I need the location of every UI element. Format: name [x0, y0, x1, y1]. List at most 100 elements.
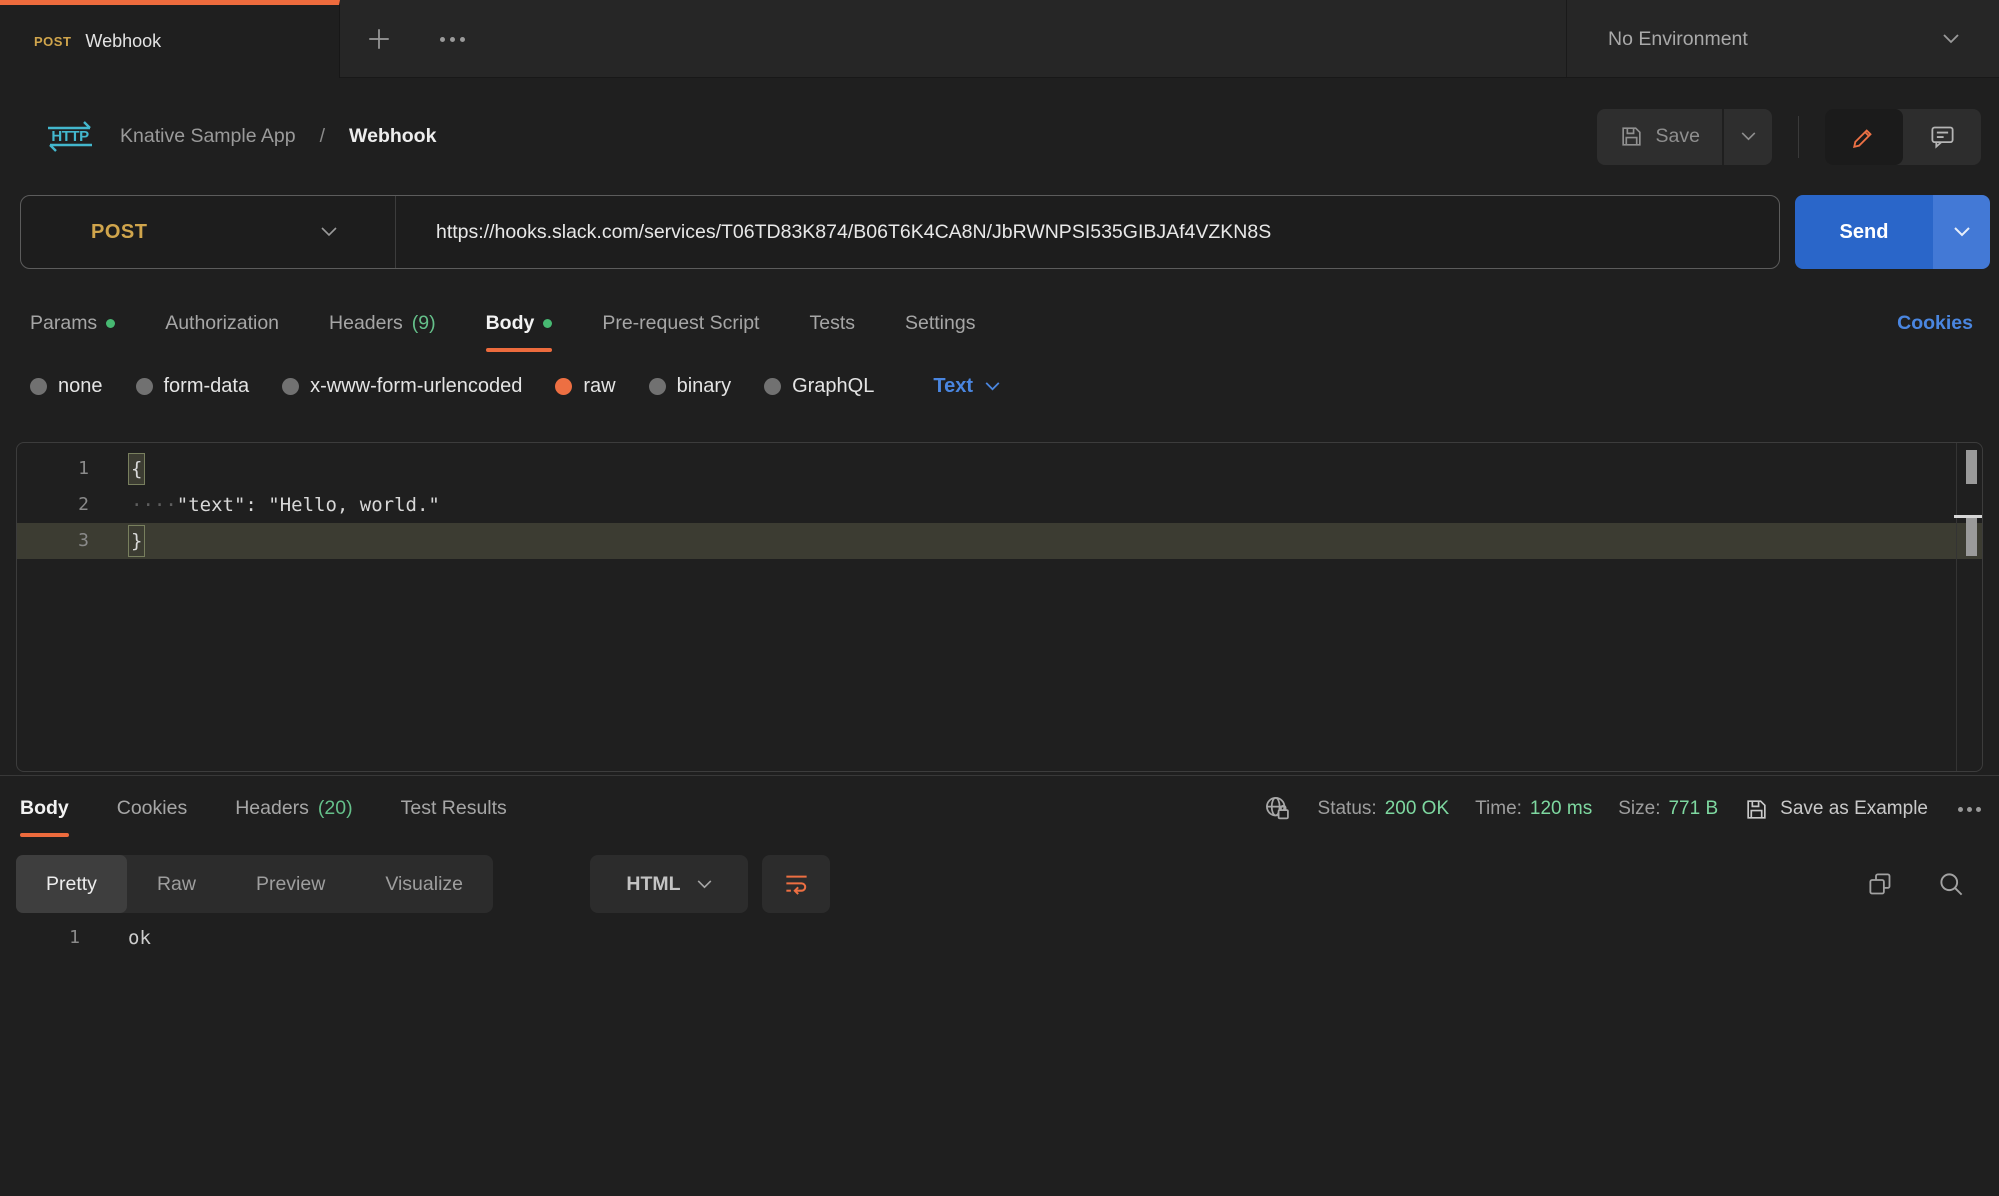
- response-tab-cookies[interactable]: Cookies: [117, 780, 187, 837]
- request-body-editor[interactable]: 1 { 2 ····"text": "Hello, world." 3 }: [16, 442, 1983, 772]
- method-selector[interactable]: POST: [21, 196, 396, 268]
- url-bar: POST https://hooks.slack.com/services/T0…: [20, 195, 1780, 269]
- radio-icon: [136, 378, 153, 395]
- ellipsis-icon: [1958, 807, 1963, 812]
- comment-icon: [1929, 123, 1956, 150]
- response-view-switcher: Pretty Raw Preview Visualize: [16, 855, 493, 913]
- response-body-viewer[interactable]: 1 ok: [0, 918, 1999, 958]
- breadcrumb: HTTP Knative Sample App / Webhook: [44, 78, 436, 195]
- tab-authorization[interactable]: Authorization: [165, 295, 279, 352]
- view-pretty[interactable]: Pretty: [16, 855, 127, 913]
- environment-label: No Environment: [1608, 28, 1748, 51]
- breadcrumb-separator: /: [320, 125, 325, 148]
- whitespace-dots: ····: [131, 494, 177, 516]
- request-header-row: HTTP Knative Sample App / Webhook Save: [0, 78, 1999, 195]
- request-actions: Save: [1597, 78, 1981, 195]
- status-indicator[interactable]: Status: 200 OK: [1318, 798, 1450, 820]
- tab-body[interactable]: Body: [486, 295, 553, 352]
- response-tab-headers[interactable]: Headers(20): [235, 780, 352, 837]
- send-options-button[interactable]: [1933, 195, 1990, 269]
- tab-title: Webhook: [85, 31, 161, 52]
- mode-x-www-form-urlencoded[interactable]: x-www-form-urlencoded: [282, 375, 522, 398]
- send-button[interactable]: Send: [1795, 195, 1933, 269]
- save-options-button[interactable]: [1724, 109, 1772, 165]
- tabbar-divider: [1566, 0, 1567, 77]
- size-indicator[interactable]: Size: 771 B: [1618, 798, 1718, 820]
- divider: [1798, 116, 1799, 158]
- scrollbar-thumb[interactable]: [1966, 450, 1977, 484]
- tab-bar: POST Webhook No Environment: [0, 0, 1999, 78]
- body-dot: [543, 319, 552, 328]
- breadcrumb-request-name[interactable]: Webhook: [349, 125, 436, 148]
- editor-line: 2 ····"text": "Hello, world.": [17, 487, 1982, 523]
- url-input[interactable]: https://hooks.slack.com/services/T06TD83…: [396, 221, 1779, 244]
- wrap-lines-toggle[interactable]: [762, 855, 830, 913]
- response-tab-test-results[interactable]: Test Results: [401, 780, 507, 837]
- view-visualize[interactable]: Visualize: [355, 855, 493, 913]
- mode-none[interactable]: none: [30, 375, 103, 398]
- editor-scroll-gutter: [1956, 443, 1957, 771]
- response-toolbar: Pretty Raw Preview Visualize HTML: [0, 855, 1999, 915]
- tab-options-button[interactable]: [432, 22, 472, 56]
- chevron-down-icon: [697, 880, 712, 889]
- save-button[interactable]: Save: [1597, 109, 1722, 165]
- line-number: 1: [0, 918, 80, 958]
- editor-line: 1 {: [17, 451, 1982, 487]
- view-preview[interactable]: Preview: [226, 855, 355, 913]
- editor-line-active: 3 }: [17, 523, 1982, 559]
- tab-params[interactable]: Params: [30, 295, 115, 352]
- params-dot: [106, 319, 115, 328]
- tab-settings[interactable]: Settings: [905, 295, 975, 352]
- copy-icon[interactable]: [1867, 871, 1894, 898]
- response-text: ok: [80, 918, 151, 958]
- mode-graphql[interactable]: GraphQL: [764, 375, 874, 398]
- chevron-down-icon: [1741, 132, 1756, 141]
- mode-binary[interactable]: binary: [649, 375, 731, 398]
- response-options-button[interactable]: [1958, 807, 1981, 812]
- tab-tests[interactable]: Tests: [809, 295, 855, 352]
- breadcrumb-collection[interactable]: Knative Sample App: [120, 125, 296, 148]
- scrollbar-mark: [1966, 518, 1977, 556]
- response-tab-body[interactable]: Body: [20, 780, 69, 837]
- response-format-selector[interactable]: HTML: [590, 855, 748, 913]
- response-body-actions: [1867, 855, 1965, 913]
- response-line: 1 ok: [0, 918, 1999, 958]
- save-label: Save: [1656, 125, 1700, 148]
- save-as-example-button[interactable]: Save as Example: [1744, 797, 1928, 822]
- body-mode-row: none form-data x-www-form-urlencoded raw…: [0, 362, 1999, 410]
- method-label: POST: [91, 221, 147, 244]
- environment-selector[interactable]: No Environment: [1600, 0, 1999, 78]
- side-panel-toggle-group: [1825, 109, 1981, 165]
- new-tab-button[interactable]: [362, 22, 396, 56]
- raw-type-selector[interactable]: Text: [933, 375, 1000, 398]
- line-number: 2: [17, 487, 89, 523]
- send-button-group: Send: [1795, 195, 1990, 269]
- mode-raw[interactable]: raw: [555, 375, 615, 398]
- cookies-link[interactable]: Cookies: [1897, 312, 1973, 335]
- mode-form-data[interactable]: form-data: [136, 375, 250, 398]
- view-raw[interactable]: Raw: [127, 855, 226, 913]
- floppy-icon: [1619, 124, 1644, 149]
- comments-button[interactable]: [1903, 109, 1981, 165]
- network-globe-lock-icon[interactable]: [1264, 795, 1292, 823]
- search-icon[interactable]: [1938, 871, 1965, 898]
- status-value: 200 OK: [1385, 798, 1449, 820]
- radio-icon: [282, 378, 299, 395]
- chevron-down-icon: [985, 382, 1000, 391]
- ellipsis-icon: [440, 37, 445, 42]
- pencil-icon: [1851, 124, 1877, 150]
- floppy-icon: [1744, 797, 1769, 822]
- tab-pre-request-script[interactable]: Pre-request Script: [602, 295, 759, 352]
- tab-headers[interactable]: Headers(9): [329, 295, 436, 352]
- request-tab[interactable]: POST Webhook: [0, 0, 340, 78]
- request-url-row: POST https://hooks.slack.com/services/T0…: [0, 195, 1999, 269]
- headers-count: (9): [412, 312, 436, 335]
- chevron-down-icon: [1954, 227, 1970, 237]
- code-text: }: [89, 523, 145, 559]
- time-value: 120 ms: [1530, 798, 1592, 820]
- radio-icon: [30, 378, 47, 395]
- response-headers-count: (20): [318, 797, 353, 820]
- edit-docs-button[interactable]: [1825, 109, 1903, 165]
- time-indicator[interactable]: Time: 120 ms: [1475, 798, 1592, 820]
- plus-icon: [366, 26, 392, 52]
